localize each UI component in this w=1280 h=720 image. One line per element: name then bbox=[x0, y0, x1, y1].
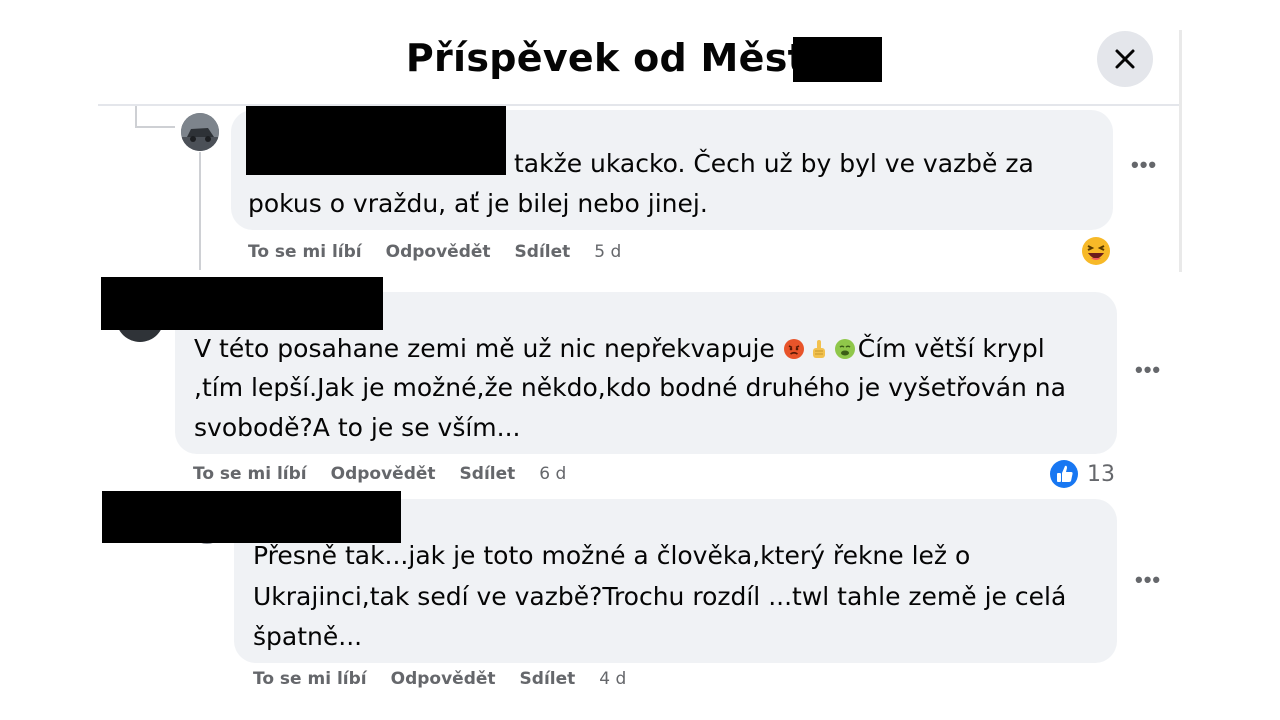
close-button[interactable] bbox=[1097, 31, 1153, 87]
comment-text: Ukrajinci,tak sedí ve vazbě?Trochu rozdí… bbox=[253, 582, 1067, 611]
comment-text: V této posahane zemi mě už nic nepřekvap… bbox=[194, 334, 1045, 363]
dialog-header: Příspěvek od Město P bbox=[0, 36, 1280, 80]
comment-text: ,tím lepší.Jak je možné,že někdo,kdo bod… bbox=[194, 373, 1066, 402]
comment-actions: To se mi líbí Odpovědět Sdílet 6 d bbox=[193, 464, 566, 484]
pointing-up-icon bbox=[812, 340, 825, 358]
reaction-summary[interactable] bbox=[1081, 236, 1111, 266]
comment-timestamp[interactable]: 6 d bbox=[539, 464, 566, 484]
comment-text: špatně... bbox=[253, 622, 363, 651]
like-thumb-icon bbox=[1050, 460, 1078, 488]
nauseated-face-icon bbox=[834, 339, 855, 359]
redacted-author-name bbox=[246, 106, 506, 175]
thread-connector bbox=[135, 106, 137, 126]
redacted-author-name bbox=[101, 277, 383, 330]
avatar[interactable] bbox=[181, 113, 219, 151]
comment-text: takže ukacko. Čech už by byl ve vazbě za bbox=[514, 149, 1034, 178]
redacted-author-name bbox=[102, 491, 401, 543]
reply-action[interactable]: Odpovědět bbox=[386, 242, 491, 262]
reaction-count: 13 bbox=[1087, 461, 1115, 487]
share-action[interactable]: Sdílet bbox=[520, 669, 576, 689]
like-action[interactable]: To se mi líbí bbox=[248, 242, 362, 262]
like-action[interactable]: To se mi líbí bbox=[253, 669, 367, 689]
comment-options-button[interactable]: ••• bbox=[1135, 567, 1161, 593]
like-action[interactable]: To se mi líbí bbox=[193, 464, 307, 484]
comment-options-button[interactable]: ••• bbox=[1135, 357, 1161, 383]
share-action[interactable]: Sdílet bbox=[460, 464, 516, 484]
angry-face-icon bbox=[783, 339, 804, 359]
reply-action[interactable]: Odpovědět bbox=[331, 464, 436, 484]
scrollbar-track[interactable] bbox=[1179, 30, 1182, 272]
comment-text: pokus o vraždu, ať je bilej nebo jinej. bbox=[248, 189, 708, 218]
comment-text: svobodě?A to je se vším... bbox=[194, 413, 521, 442]
thread-connector bbox=[199, 152, 201, 270]
thread-connector bbox=[135, 126, 175, 128]
comment-actions: To se mi líbí Odpovědět Sdílet 5 d bbox=[248, 242, 621, 262]
comment-actions: To se mi líbí Odpovědět Sdílet 4 d bbox=[253, 669, 626, 689]
comment-timestamp[interactable]: 5 d bbox=[594, 242, 621, 262]
reply-action[interactable]: Odpovědět bbox=[391, 669, 496, 689]
laughing-emoji-icon bbox=[1082, 237, 1110, 265]
close-icon bbox=[1115, 49, 1135, 69]
car-photo-icon bbox=[181, 113, 219, 151]
redacted-name-block bbox=[793, 37, 882, 82]
comment-options-button[interactable]: ••• bbox=[1131, 152, 1157, 178]
comment-timestamp[interactable]: 4 d bbox=[599, 669, 626, 689]
share-action[interactable]: Sdílet bbox=[515, 242, 571, 262]
reaction-summary[interactable]: 13 bbox=[1049, 459, 1115, 489]
